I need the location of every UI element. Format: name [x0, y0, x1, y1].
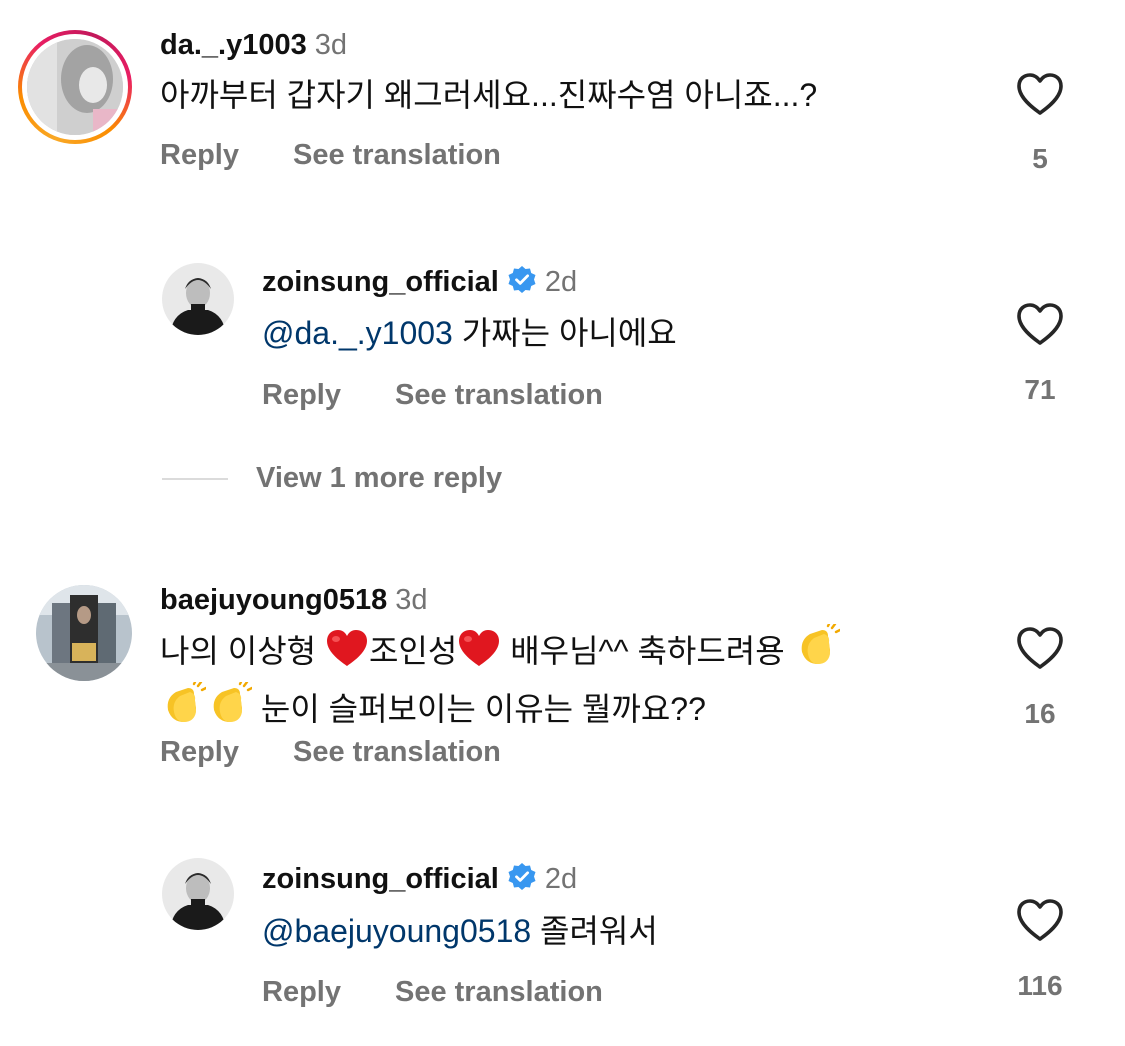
reply-button[interactable]: Reply [262, 975, 341, 1009]
like-button[interactable] [1010, 302, 1070, 346]
comment-body-part: 나의 이상형 [160, 633, 325, 669]
comment-actions: Reply See translation [160, 138, 501, 172]
comment-header: baejuyoung0518 3d [160, 583, 428, 617]
view-more-replies[interactable]: View 1 more reply [162, 462, 502, 495]
username[interactable]: zoinsung_official [262, 266, 499, 298]
heart-outline-icon [1017, 899, 1063, 941]
username[interactable]: da._.y1003 [160, 29, 307, 61]
comment-text: @da._.y1003 가짜는 아니에요 [262, 308, 677, 358]
like-count: 71 [1024, 374, 1056, 405]
comment-header: da._.y1003 3d [160, 28, 347, 62]
heart-outline-icon [1017, 73, 1063, 115]
avatar[interactable] [36, 585, 132, 681]
comment-body-part: 배우님^^ 축하드려용 [501, 633, 794, 669]
mention-link[interactable]: @da._.y1003 [262, 315, 453, 351]
comment-body-part: 눈이 슬퍼보이는 이유는 뭘까요?? [260, 691, 706, 727]
see-translation-button[interactable]: See translation [293, 735, 501, 769]
like-button[interactable] [1010, 626, 1070, 670]
comment-actions: Reply See translation [262, 378, 603, 412]
username[interactable]: zoinsung_official [262, 863, 499, 895]
avatar[interactable] [162, 263, 234, 335]
comment-header: zoinsung_official 2d [262, 862, 577, 900]
red-heart-icon [457, 628, 501, 682]
timestamp: 2d [544, 863, 578, 895]
reply-button[interactable]: Reply [160, 735, 239, 769]
like-count: 16 [1024, 698, 1056, 729]
avatar[interactable] [162, 858, 234, 930]
like-count: 116 [1017, 970, 1063, 1001]
comment-body: 졸려워서 [540, 913, 658, 949]
reply-button[interactable]: Reply [262, 378, 341, 412]
story-ring[interactable] [18, 30, 132, 144]
view-more-label[interactable]: View 1 more reply [256, 462, 502, 494]
comment-text: @baejuyoung0518 졸려워서 [262, 906, 658, 956]
like-button[interactable] [1010, 72, 1070, 116]
comment-text: 나의 이상형 조인성 배우님^^ 축하드려용 눈이 슬퍼보이는 이유는 뭘까요?… [160, 622, 841, 740]
mention-link[interactable]: @baejuyoung0518 [262, 913, 531, 949]
red-heart-icon [325, 628, 369, 682]
clapping-hands-icon [206, 680, 254, 740]
comment-actions: Reply See translation [262, 975, 603, 1009]
comment-body-part: 조인성 [368, 633, 458, 669]
heart-outline-icon [1017, 303, 1063, 345]
comment-actions: Reply See translation [160, 735, 501, 769]
timestamp: 3d [395, 584, 428, 616]
see-translation-button[interactable]: See translation [293, 138, 501, 172]
clapping-hands-icon [794, 622, 841, 682]
verified-badge-icon [507, 265, 537, 303]
clapping-hands-icon [160, 680, 208, 740]
timestamp: 2d [544, 266, 578, 298]
like-button[interactable] [1010, 898, 1070, 942]
see-translation-button[interactable]: See translation [395, 378, 603, 412]
comment-text: 아까부터 갑자기 왜그러세요...진짜수염 아니죠...? [160, 77, 818, 113]
heart-outline-icon [1017, 627, 1063, 669]
see-translation-button[interactable]: See translation [395, 975, 603, 1009]
reply-button[interactable]: Reply [160, 138, 239, 172]
divider [162, 477, 228, 480]
avatar [27, 39, 123, 135]
username[interactable]: baejuyoung0518 [160, 584, 387, 616]
comment-body: 가짜는 아니에요 [461, 315, 677, 351]
like-count: 5 [1032, 143, 1048, 174]
verified-badge-icon [507, 862, 537, 900]
comment-header: zoinsung_official 2d [262, 265, 577, 303]
timestamp: 3d [314, 29, 347, 61]
